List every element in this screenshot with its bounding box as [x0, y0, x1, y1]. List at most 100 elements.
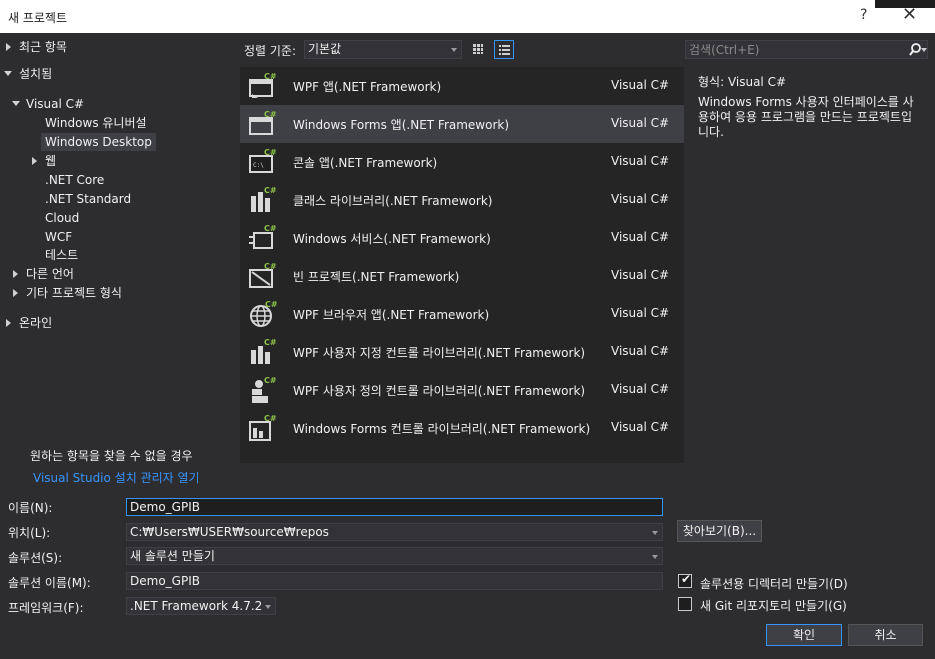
solution-name-field[interactable] — [130, 573, 662, 589]
template-row[interactable]: C# WPF 사용자 정의 컨트롤 라이브러리(.NET Framework) … — [240, 371, 684, 409]
template-language: Visual C# — [611, 306, 670, 320]
title-bar: 새 프로젝트 ? ✕ — [0, 0, 935, 33]
name-label: 이름(N): — [8, 501, 53, 515]
svg-text:C#: C# — [265, 300, 278, 309]
tree-item-net-standard[interactable]: .NET Standard — [45, 190, 131, 208]
template-language: Visual C# — [611, 230, 670, 244]
sort-label: 정렬 기준: — [244, 44, 297, 58]
template-row[interactable]: C# WPF 앱(.NET Framework) Visual C# — [240, 67, 684, 105]
empty-project-icon: C# — [249, 262, 277, 288]
template-language: Visual C# — [611, 344, 670, 358]
tree-item-online[interactable]: 온라인 — [19, 314, 52, 332]
svg-text:C#: C# — [264, 414, 277, 423]
svg-text:C:\: C:\ — [253, 162, 264, 169]
template-language: Visual C# — [611, 382, 670, 396]
sort-dropdown[interactable]: 기본값 — [304, 40, 462, 59]
template-name: WPF 사용자 지정 컨트롤 라이브러리(.NET Framework) — [293, 346, 586, 360]
template-details: 형식: Visual C# Windows Forms 사용자 인터페이스를 사… — [686, 67, 935, 491]
svg-text:C#: C# — [264, 186, 277, 195]
project-settings-form: 이름(N): 위치(L): C:₩Users₩USER₩source₩repos… — [0, 491, 935, 659]
template-name: Windows Forms 앱(.NET Framework) — [293, 118, 510, 132]
collapse-arrow-icon[interactable] — [4, 71, 12, 76]
windows-service-icon: C# — [249, 224, 277, 249]
location-dropdown[interactable]: C:₩Users₩USER₩source₩repos — [126, 523, 663, 541]
svg-text:C#: C# — [264, 72, 277, 81]
search-input[interactable] — [686, 41, 901, 58]
template-name: WPF 사용자 정의 컨트롤 라이브러리(.NET Framework) — [293, 384, 586, 398]
wpf-user-control-library-icon: C# — [252, 376, 277, 403]
expand-arrow-icon[interactable] — [13, 270, 18, 278]
template-language: Visual C# — [611, 420, 670, 434]
expand-arrow-icon[interactable] — [6, 43, 11, 51]
list-view-icon — [499, 45, 510, 55]
create-git-repo-checkbox[interactable] — [678, 597, 692, 611]
solution-dropdown[interactable]: 새 솔루션 만들기 — [126, 547, 663, 565]
tree-item-cloud[interactable]: Cloud — [45, 209, 79, 227]
template-row[interactable]: C# 클래스 라이브러리(.NET Framework) Visual C# — [240, 181, 684, 219]
ok-button[interactable]: 확인 — [766, 624, 842, 646]
framework-label: 프레임워크(F): — [8, 601, 84, 615]
tree-item-test[interactable]: 테스트 — [45, 246, 78, 264]
template-language: Visual C# — [611, 192, 670, 206]
grid-view-icon — [473, 44, 483, 54]
template-row[interactable]: C# WPF 사용자 지정 컨트롤 라이브러리(.NET Framework) … — [240, 333, 684, 371]
open-installer-link[interactable]: Visual Studio 설치 관리자 열기 — [33, 469, 200, 486]
chevron-down-icon[interactable] — [921, 48, 927, 52]
template-type: 형식: Visual C# — [698, 75, 787, 89]
solution-value: 새 솔루션 만들기 — [130, 549, 215, 563]
expand-arrow-icon[interactable] — [6, 319, 11, 327]
chevron-down-icon — [265, 605, 271, 609]
console-app-icon: C:\C# — [249, 148, 277, 173]
expand-arrow-icon[interactable] — [13, 289, 18, 297]
search-icon[interactable] — [909, 43, 921, 56]
create-git-repo-label: 새 Git 리포지토리 만들기(G) — [700, 599, 847, 613]
expand-arrow-icon[interactable] — [32, 157, 37, 165]
template-row[interactable]: C# Windows Forms 컨트롤 라이브러리(.NET Framewor… — [240, 409, 684, 447]
template-row[interactable]: C:\ C# 콘솔 앱(.NET Framework) Visual C# — [240, 143, 684, 181]
framework-value: .NET Framework 4.7.2 — [130, 599, 263, 613]
template-name: 콘솔 앱(.NET Framework) — [293, 156, 438, 170]
checkmark-icon: ✔ — [681, 572, 692, 586]
framework-dropdown[interactable]: .NET Framework 4.7.2 — [126, 597, 276, 615]
list-view-button[interactable] — [494, 40, 514, 59]
collapse-arrow-icon[interactable] — [12, 101, 20, 106]
template-language: Visual C# — [611, 116, 670, 130]
tree-item-windows-universal[interactable]: Windows 유니버설 — [45, 114, 147, 132]
template-name: Windows 서비스(.NET Framework) — [293, 232, 491, 246]
create-directory-checkbox[interactable]: ✔ — [678, 572, 692, 588]
location-value: C:₩Users₩USER₩source₩repos — [130, 525, 329, 539]
solution-label: 솔루션(S): — [8, 551, 63, 565]
tree-item-web[interactable]: 웹 — [45, 152, 56, 170]
template-row-selected[interactable]: C# Windows Forms 앱(.NET Framework) Visua… — [240, 105, 684, 143]
name-field[interactable] — [130, 499, 662, 515]
template-language: Visual C# — [611, 78, 670, 92]
tree-item-net-core[interactable]: .NET Core — [45, 171, 104, 189]
tree-item-installed[interactable]: 설치됨 — [19, 65, 52, 83]
template-language: Visual C# — [611, 268, 670, 282]
svg-text:C#: C# — [264, 338, 277, 347]
tree-item-visual-csharp[interactable]: Visual C# — [26, 95, 84, 113]
template-row[interactable]: C# WPF 브라우저 앱(.NET Framework) Visual C# — [240, 295, 684, 333]
browse-button[interactable]: 찾아보기(B)... — [677, 520, 762, 542]
tree-item-windows-desktop[interactable]: Windows Desktop — [41, 133, 156, 151]
tree-item-other-languages[interactable]: 다른 언어 — [26, 265, 74, 283]
template-row[interactable]: C# Windows 서비스(.NET Framework) Visual C# — [240, 219, 684, 257]
template-name: 클래스 라이브러리(.NET Framework) — [293, 194, 493, 208]
tree-item-other-project-types[interactable]: 기타 프로젝트 형식 — [26, 284, 122, 302]
tree-item-recent[interactable]: 최근 항목 — [19, 38, 67, 56]
help-button[interactable]: ? — [860, 7, 867, 23]
grid-view-button[interactable] — [468, 40, 488, 59]
solution-name-label: 솔루션 이름(M): — [8, 576, 91, 590]
location-label: 위치(L): — [8, 526, 51, 540]
sort-value: 기본값 — [308, 42, 342, 56]
tree-item-wcf[interactable]: WCF — [45, 228, 72, 246]
template-description: Windows Forms 사용자 인터페이스를 사용하여 응용 프로그램을 만… — [698, 95, 914, 139]
svg-text:C#: C# — [264, 376, 277, 385]
chevron-down-icon — [652, 555, 658, 559]
name-field-box — [126, 498, 663, 516]
template-name: 빈 프로젝트(.NET Framework) — [293, 270, 460, 284]
category-tree: 최근 항목 설치됨 Visual C# Windows 유니버설 Windows… — [0, 33, 240, 491]
cancel-button[interactable]: 취소 — [848, 624, 923, 646]
template-row[interactable]: C# 빈 프로젝트(.NET Framework) Visual C# — [240, 257, 684, 295]
windows-forms-control-library-icon: C# — [249, 414, 277, 441]
